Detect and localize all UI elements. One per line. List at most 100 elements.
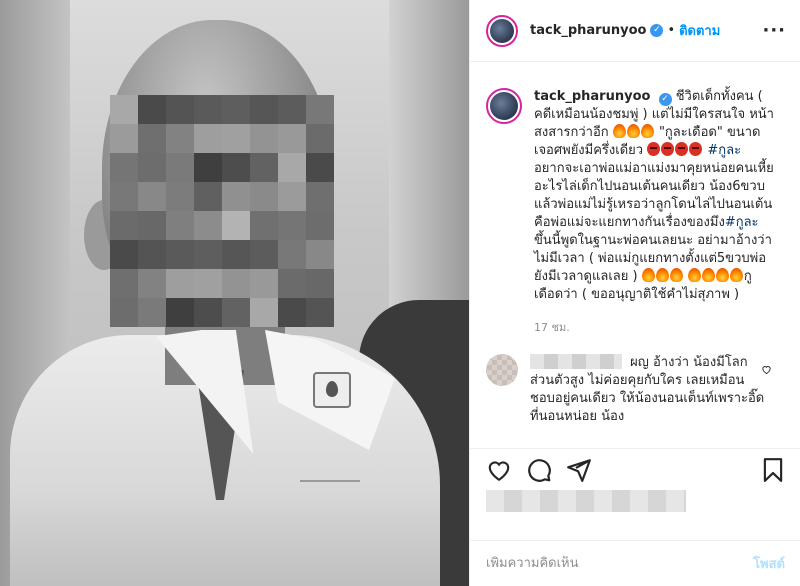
fire-emoji-icon [687, 268, 701, 282]
mosaic-tile [110, 298, 138, 327]
comment-like-icon[interactable] [761, 364, 772, 375]
mosaic-tile [194, 124, 222, 153]
fire-emoji-icon [669, 268, 683, 282]
separator: • [667, 23, 676, 38]
angry-emoji-icon [661, 142, 675, 156]
mosaic-tile [278, 124, 306, 153]
mosaic-tile [306, 269, 334, 298]
mosaic-tile [278, 211, 306, 240]
mosaic-tile [110, 95, 138, 124]
mosaic-tile [194, 211, 222, 240]
post-photo[interactable] [0, 0, 469, 586]
fire-emoji-icon [626, 124, 640, 138]
comment-icon[interactable] [526, 457, 552, 483]
mosaic-tile [166, 240, 194, 269]
mosaic-tile [250, 153, 278, 182]
comments-area[interactable]: tack_pharunyoo ✓ ชีวิตเด็กทั้งคน ( คดีเห… [470, 62, 800, 447]
mosaic-tile [250, 124, 278, 153]
mosaic-tile [166, 269, 194, 298]
mosaic-tile [250, 240, 278, 269]
follow-button[interactable]: ติดตาม [679, 20, 720, 41]
fire-emoji-icon [715, 268, 729, 282]
mosaic-tile [194, 182, 222, 211]
mosaic-tile [278, 298, 306, 327]
heart-icon[interactable] [486, 457, 512, 483]
mosaic-tile [138, 269, 166, 298]
mosaic-tile [222, 240, 250, 269]
mosaic-tile [194, 240, 222, 269]
mosaic-tile [194, 153, 222, 182]
mosaic-tile [250, 269, 278, 298]
bookmark-icon[interactable] [760, 457, 786, 483]
angry-emoji-icon [689, 142, 703, 156]
mosaic-tile [138, 298, 166, 327]
mosaic-tile [250, 182, 278, 211]
photo-pocket [300, 480, 360, 490]
more-options-icon[interactable]: ··· [762, 20, 786, 41]
mosaic-tile [278, 95, 306, 124]
commenter-avatar[interactable] [486, 354, 518, 386]
mosaic-tile [222, 211, 250, 240]
verified-icon: ✓ [650, 24, 664, 37]
fire-emoji-icon [641, 268, 655, 282]
mosaic-tile [138, 124, 166, 153]
mosaic-tile [194, 269, 222, 298]
mosaic-tile [278, 269, 306, 298]
comment-text: ผญ อ้างว่า น้องมีโลกส่วนตัวสูง ไม่ค่อยคุ… [530, 354, 768, 426]
hashtag-link[interactable]: #กูละ [725, 215, 759, 230]
mosaic-tile [110, 182, 138, 211]
mosaic-tile [278, 182, 306, 211]
mosaic-tile [250, 95, 278, 124]
mosaic-tile [110, 269, 138, 298]
fire-emoji-icon [701, 268, 715, 282]
fire-emoji-icon [729, 268, 743, 282]
caption-username[interactable]: tack_pharunyoo [534, 89, 650, 104]
hashtag-link[interactable]: #กูละ [707, 143, 741, 158]
mosaic-tile [138, 211, 166, 240]
mosaic-tile [222, 153, 250, 182]
avatar[interactable] [486, 14, 518, 47]
mosaic-tile [194, 95, 222, 124]
mosaic-tile [306, 182, 334, 211]
likes-count-blurred[interactable] [486, 490, 686, 512]
comment-input[interactable] [486, 556, 754, 571]
mosaic-tile [306, 124, 334, 153]
header-username[interactable]: tack_pharunyoo [530, 23, 646, 38]
share-icon[interactable] [566, 457, 592, 483]
action-bar [470, 448, 800, 488]
mosaic-tile [222, 124, 250, 153]
mosaic-tile [166, 95, 194, 124]
post-comment-button[interactable]: โพสต์ [753, 553, 785, 574]
pixelated-face [110, 95, 334, 327]
caption-avatar[interactable] [486, 88, 522, 124]
mosaic-tile [278, 153, 306, 182]
mosaic-tile [138, 153, 166, 182]
post-timestamp[interactable]: 17 ชม. [470, 304, 800, 336]
mosaic-tile [138, 95, 166, 124]
instagram-post: tack_pharunyoo ✓ • ติดตาม ··· tack_pharu… [0, 0, 800, 586]
photo-collar-left [86, 325, 254, 475]
mosaic-tile [222, 298, 250, 327]
mosaic-tile [166, 124, 194, 153]
mosaic-tile [166, 298, 194, 327]
fire-emoji-icon [612, 124, 626, 138]
mosaic-tile [166, 211, 194, 240]
mosaic-tile [306, 153, 334, 182]
mosaic-tile [110, 240, 138, 269]
mosaic-tile [138, 182, 166, 211]
caption: tack_pharunyoo ✓ ชีวิตเด็กทั้งคน ( คดีเห… [470, 62, 800, 304]
verified-icon: ✓ [658, 93, 672, 106]
mosaic-tile [306, 95, 334, 124]
mosaic-tile [110, 211, 138, 240]
post-header: tack_pharunyoo ✓ • ติดตาม ··· [470, 0, 800, 62]
mosaic-tile [222, 182, 250, 211]
comment-item: ผญ อ้างว่า น้องมีโลกส่วนตัวสูง ไม่ค่อยคุ… [470, 336, 800, 426]
caption-text: tack_pharunyoo ✓ ชีวิตเด็กทั้งคน ( คดีเห… [534, 88, 774, 304]
post-side-panel: tack_pharunyoo ✓ • ติดตาม ··· tack_pharu… [469, 0, 800, 586]
angry-emoji-icon [675, 142, 689, 156]
mosaic-tile [306, 211, 334, 240]
fire-emoji-icon [655, 268, 669, 282]
mosaic-tile [110, 153, 138, 182]
blurred-username[interactable] [530, 354, 622, 369]
mosaic-tile [250, 211, 278, 240]
